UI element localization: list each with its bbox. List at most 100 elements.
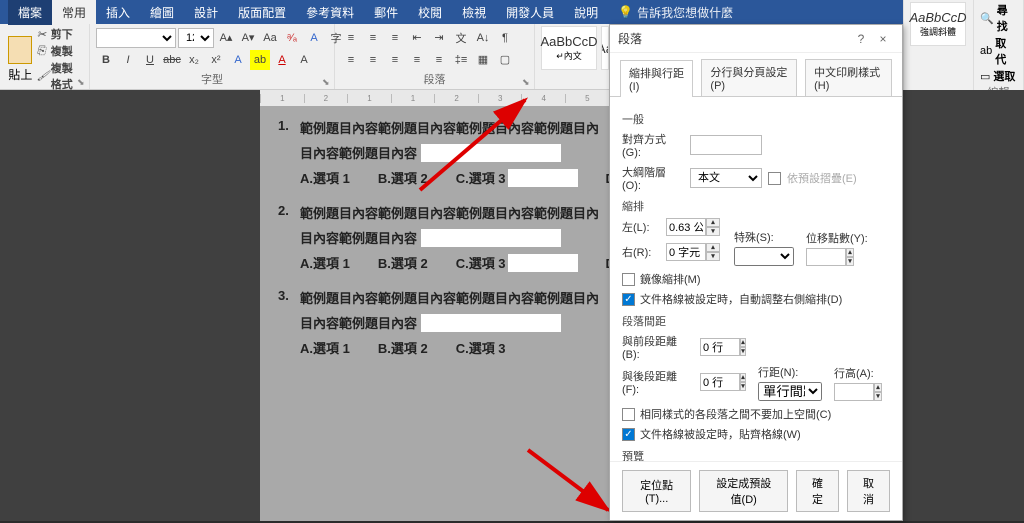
down-icon[interactable]: ▾ — [706, 227, 720, 236]
alignment-select[interactable]: 靠左對齊 — [690, 135, 762, 155]
italic-button[interactable]: I — [118, 50, 138, 70]
style-emphasis[interactable]: AaBbCcD 強調斜體 — [910, 2, 966, 46]
up-icon[interactable]: ▴ — [706, 243, 720, 252]
answer-blank[interactable] — [421, 229, 561, 247]
auto-adjust-checkbox[interactable]: ✓ — [622, 293, 635, 306]
superscript-button[interactable]: x² — [206, 50, 226, 70]
review-tab[interactable]: 校閱 — [408, 0, 452, 25]
collapsed-checkbox[interactable] — [768, 172, 781, 185]
subscript-button[interactable]: x₂ — [184, 50, 204, 70]
indent-right-spinner[interactable]: ▴▾ — [666, 243, 722, 261]
strikethrough-button[interactable]: abc — [162, 50, 182, 70]
distributed-button[interactable]: ≡ — [429, 50, 449, 70]
ok-button[interactable]: 確定 — [796, 470, 839, 512]
dialog-titlebar[interactable]: 段落 ? × — [610, 25, 902, 53]
tab-line-page-breaks[interactable]: 分行與分頁設定(P) — [701, 59, 797, 96]
insert-tab[interactable]: 插入 — [96, 0, 140, 25]
style-item-partial[interactable]: Aa — [601, 26, 609, 70]
line-spacing-select[interactable]: 單行間距 — [758, 382, 822, 401]
close-button[interactable]: × — [872, 32, 894, 46]
tab-asian-typography[interactable]: 中文印刷樣式(H) — [805, 59, 892, 96]
no-space-checkbox[interactable] — [622, 408, 635, 421]
shrink-font-button[interactable]: A▾ — [238, 28, 258, 48]
space-before-spinner[interactable]: ▴▾ — [700, 338, 746, 356]
mirror-indents-checkbox[interactable] — [622, 273, 635, 286]
file-tab[interactable]: 檔案 — [8, 0, 52, 25]
answer-blank[interactable] — [421, 314, 561, 332]
bullets-button[interactable]: ≡ — [341, 28, 361, 48]
clear-formatting-button[interactable]: A — [304, 28, 324, 48]
font-color-button[interactable]: A — [272, 50, 292, 70]
option-blank[interactable] — [508, 169, 578, 187]
outline-level-select[interactable]: 本文 — [690, 168, 762, 188]
down-icon[interactable]: ▾ — [706, 252, 720, 261]
design-tab[interactable]: 設計 — [184, 0, 228, 25]
grow-font-button[interactable]: A▴ — [216, 28, 236, 48]
change-case-button[interactable]: Aa — [260, 28, 280, 48]
special-indent-select[interactable] — [734, 247, 794, 266]
decrease-indent-button[interactable]: ⇤ — [407, 28, 427, 48]
line-spacing-button[interactable]: ‡≡ — [451, 50, 471, 70]
up-icon[interactable]: ▴ — [874, 383, 882, 392]
set-default-button[interactable]: 設定成預設值(D) — [699, 470, 788, 512]
cut-button[interactable]: 剪下 — [37, 26, 83, 42]
justify-button[interactable]: ≡ — [407, 50, 427, 70]
phonetic-guide-button[interactable]: ᵃ⁄ₐ — [282, 28, 302, 48]
tab-indents-spacing[interactable]: 縮排與行距(I) — [620, 60, 693, 97]
align-right-button[interactable]: ≡ — [385, 50, 405, 70]
paragraph-launcher-icon[interactable]: ⬊ — [522, 77, 532, 87]
font-size-select[interactable]: 12 — [178, 28, 214, 48]
find-button[interactable]: 🔍尋找 — [980, 2, 1017, 34]
copy-button[interactable]: 複製 — [37, 43, 83, 59]
align-left-button[interactable]: ≡ — [341, 50, 361, 70]
indent-left-spinner[interactable]: ▴▾ — [666, 218, 722, 236]
style-normal[interactable]: AaBbCcD ↵內文 — [541, 26, 597, 70]
borders-button[interactable]: ▢ — [495, 50, 515, 70]
multilevel-list-button[interactable]: ≡ — [385, 28, 405, 48]
show-marks-button[interactable]: ¶ — [495, 28, 515, 48]
cancel-button[interactable]: 取消 — [847, 470, 890, 512]
option-blank[interactable] — [508, 254, 578, 272]
highlight-button[interactable]: ab — [250, 50, 270, 70]
numbering-button[interactable]: ≡ — [363, 28, 383, 48]
character-border-button[interactable]: A — [294, 50, 314, 70]
font-launcher-icon[interactable]: ⬊ — [322, 77, 332, 87]
help-button[interactable]: ? — [850, 32, 872, 46]
sort-button[interactable]: A↓ — [473, 28, 493, 48]
font-family-select[interactable] — [96, 28, 176, 48]
snap-grid-checkbox[interactable]: ✓ — [622, 428, 635, 441]
mailings-tab[interactable]: 郵件 — [364, 0, 408, 25]
down-icon[interactable]: ▾ — [874, 392, 882, 401]
line-at-spinner[interactable]: ▴▾ — [834, 383, 882, 401]
draw-tab[interactable]: 繪圖 — [140, 0, 184, 25]
down-icon[interactable]: ▾ — [740, 382, 746, 391]
align-center-button[interactable]: ≡ — [363, 50, 383, 70]
clipboard-launcher-icon[interactable]: ⬊ — [77, 77, 87, 87]
paste-button[interactable]: 貼上 — [6, 36, 35, 83]
format-painter-button[interactable]: 複製格式 — [37, 60, 83, 92]
bold-button[interactable]: B — [96, 50, 116, 70]
space-after-spinner[interactable]: ▴▾ — [700, 373, 746, 391]
tabs-button[interactable]: 定位點(T)... — [622, 470, 691, 512]
shading-button[interactable]: ▦ — [473, 50, 493, 70]
text-effects-button[interactable]: A — [228, 50, 248, 70]
asian-layout-button[interactable]: 文 — [451, 28, 471, 48]
indent-by-spinner[interactable]: ▴▾ — [806, 248, 854, 266]
help-tab[interactable]: 說明 — [564, 0, 608, 25]
home-tab[interactable]: 常用 — [52, 0, 96, 25]
view-tab[interactable]: 檢視 — [452, 0, 496, 25]
underline-button[interactable]: U — [140, 50, 160, 70]
layout-tab[interactable]: 版面配置 — [228, 0, 296, 25]
replace-button[interactable]: ab取代 — [980, 35, 1017, 67]
select-button[interactable]: ▭選取 — [980, 68, 1017, 84]
answer-blank[interactable] — [421, 144, 561, 162]
down-icon[interactable]: ▾ — [740, 347, 746, 356]
references-tab[interactable]: 參考資料 — [296, 0, 364, 25]
up-icon[interactable]: ▴ — [846, 248, 854, 257]
tell-me-search[interactable]: 💡 告訴我您想做什麼 — [618, 4, 733, 21]
up-icon[interactable]: ▴ — [740, 373, 746, 382]
up-icon[interactable]: ▴ — [706, 218, 720, 227]
increase-indent-button[interactable]: ⇥ — [429, 28, 449, 48]
down-icon[interactable]: ▾ — [846, 257, 854, 266]
developer-tab[interactable]: 開發人員 — [496, 0, 564, 25]
